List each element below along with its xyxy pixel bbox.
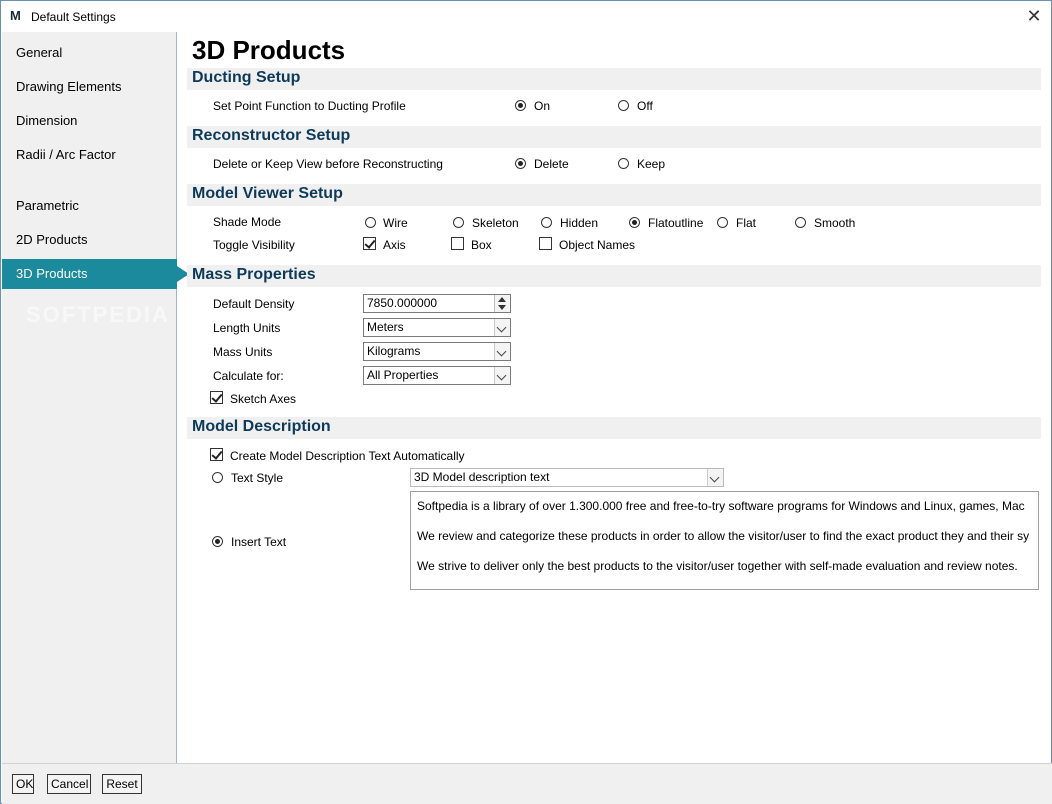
section-mass-properties: Mass Properties	[187, 265, 1041, 287]
sketch-axes-label[interactable]: Sketch Axes	[230, 392, 296, 406]
reconstruct-delete-label[interactable]: Delete	[534, 157, 569, 171]
calculate-for-label: Calculate for:	[213, 369, 284, 383]
description-line: Softpedia is a library of over 1.300.000…	[417, 499, 1025, 513]
sidebar-item-parametric[interactable]: Parametric	[2, 191, 177, 221]
description-line: We strive to deliver only the best produ…	[417, 559, 1018, 573]
page-title: 3D Products	[192, 35, 346, 65]
reset-button[interactable]: Reset	[102, 774, 142, 794]
title-bar: M Default Settings ✕	[1, 1, 1051, 32]
ok-button[interactable]: OK	[12, 774, 34, 794]
axis-checkbox[interactable]	[363, 237, 376, 250]
shade-smooth-label[interactable]: Smooth	[814, 216, 855, 230]
sidebar-item-dimension[interactable]: Dimension	[2, 106, 177, 136]
main-panel: 3D Products Ducting Setup Set Point Func…	[187, 32, 1043, 763]
footer-bar: OK Cancel Reset	[2, 763, 1052, 804]
auto-description-label[interactable]: Create Model Description Text Automatica…	[230, 449, 465, 463]
reconstruct-keep-radio[interactable]	[618, 158, 629, 169]
app-logo-icon: M	[10, 8, 21, 23]
shade-flat-label[interactable]: Flat	[736, 216, 756, 230]
text-style-radio[interactable]	[212, 472, 223, 483]
chevron-down-icon[interactable]	[707, 469, 723, 486]
chevron-down-icon[interactable]	[494, 319, 510, 336]
text-style-label[interactable]: Text Style	[231, 471, 283, 485]
default-density-label: Default Density	[213, 297, 295, 311]
density-spinner[interactable]	[494, 295, 510, 312]
shade-skeleton-radio[interactable]	[453, 217, 464, 228]
sidebar-item-3d-products[interactable]: 3D Products	[2, 259, 189, 289]
section-model-viewer-setup: Model Viewer Setup	[187, 184, 1041, 206]
description-textarea[interactable]: Softpedia is a library of over 1.300.000…	[410, 491, 1039, 590]
auto-description-checkbox[interactable]	[210, 448, 223, 461]
mass-units-value: Kilograms	[367, 344, 421, 358]
cancel-button[interactable]: Cancel	[47, 774, 91, 794]
description-line: We review and categorize these products …	[417, 529, 1030, 543]
softpedia-watermark: SOFTPEDIA	[26, 302, 170, 327]
sketch-axes-checkbox[interactable]	[210, 391, 223, 404]
shade-wire-radio[interactable]	[365, 217, 376, 228]
box-checkbox[interactable]	[451, 237, 464, 250]
length-units-select[interactable]: Meters	[363, 318, 511, 337]
shade-hidden-radio[interactable]	[541, 217, 552, 228]
shade-flatoutline-label[interactable]: Flatoutline	[648, 216, 703, 230]
shade-flatoutline-radio[interactable]	[629, 217, 640, 228]
calculate-for-value: All Properties	[367, 368, 439, 382]
ducting-on-radio[interactable]	[515, 100, 526, 111]
sidebar-item-general[interactable]: General	[2, 38, 177, 68]
shade-wire-label[interactable]: Wire	[383, 216, 408, 230]
shade-hidden-label[interactable]: Hidden	[560, 216, 598, 230]
chevron-down-icon[interactable]	[494, 343, 510, 360]
spin-up-icon[interactable]	[498, 297, 506, 302]
ducting-off-radio[interactable]	[618, 100, 629, 111]
reconstruct-view-label: Delete or Keep View before Reconstructin…	[213, 157, 443, 171]
sidebar-item-drawing-elements[interactable]: Drawing Elements	[2, 72, 177, 102]
section-title: Ducting Setup	[192, 69, 301, 86]
text-style-select[interactable]: 3D Model description text	[410, 468, 724, 487]
shade-smooth-radio[interactable]	[795, 217, 806, 228]
ducting-off-label[interactable]: Off	[637, 99, 653, 113]
insert-text-label[interactable]: Insert Text	[231, 535, 286, 549]
reconstruct-keep-label[interactable]: Keep	[637, 157, 665, 171]
sidebar: General Drawing Elements Dimension Radii…	[2, 32, 189, 763]
window-title: Default Settings	[31, 10, 116, 24]
section-reconstructor-setup: Reconstructor Setup	[187, 126, 1041, 148]
toggle-visibility-label: Toggle Visibility	[213, 238, 295, 252]
spin-down-icon[interactable]	[498, 305, 506, 310]
insert-text-radio[interactable]	[212, 536, 223, 547]
section-model-description: Model Description	[187, 417, 1041, 439]
chevron-down-icon[interactable]	[494, 367, 510, 384]
ducting-on-label[interactable]: On	[534, 99, 550, 113]
reconstruct-delete-radio[interactable]	[515, 158, 526, 169]
sidebar-item-2d-products[interactable]: 2D Products	[2, 225, 177, 255]
ducting-profile-label: Set Point Function to Ducting Profile	[213, 99, 406, 113]
length-units-value: Meters	[367, 320, 404, 334]
default-density-value: 7850.000000	[367, 296, 438, 310]
calculate-for-select[interactable]: All Properties	[363, 366, 511, 385]
section-title: Mass Properties	[192, 266, 316, 283]
section-title: Model Description	[192, 418, 331, 435]
mass-units-select[interactable]: Kilograms	[363, 342, 511, 361]
section-title: Reconstructor Setup	[192, 127, 351, 144]
axis-label[interactable]: Axis	[383, 238, 406, 252]
text-style-value: 3D Model description text	[414, 470, 550, 484]
close-icon[interactable]: ✕	[1023, 5, 1045, 27]
object-names-checkbox[interactable]	[539, 237, 552, 250]
shade-skeleton-label[interactable]: Skeleton	[472, 216, 519, 230]
box-label[interactable]: Box	[471, 238, 492, 252]
sidebar-item-radii-arc-factor[interactable]: Radii / Arc Factor	[2, 140, 177, 170]
shade-flat-radio[interactable]	[717, 217, 728, 228]
length-units-label: Length Units	[213, 321, 281, 335]
default-density-input[interactable]: 7850.000000	[363, 294, 511, 313]
section-title: Model Viewer Setup	[192, 185, 343, 202]
object-names-label[interactable]: Object Names	[559, 238, 635, 252]
mass-units-label: Mass Units	[213, 345, 273, 359]
shade-mode-label: Shade Mode	[213, 215, 282, 229]
settings-window: M Default Settings ✕ General Drawing Ele…	[0, 0, 1052, 804]
section-ducting-setup: Ducting Setup	[187, 68, 1041, 90]
